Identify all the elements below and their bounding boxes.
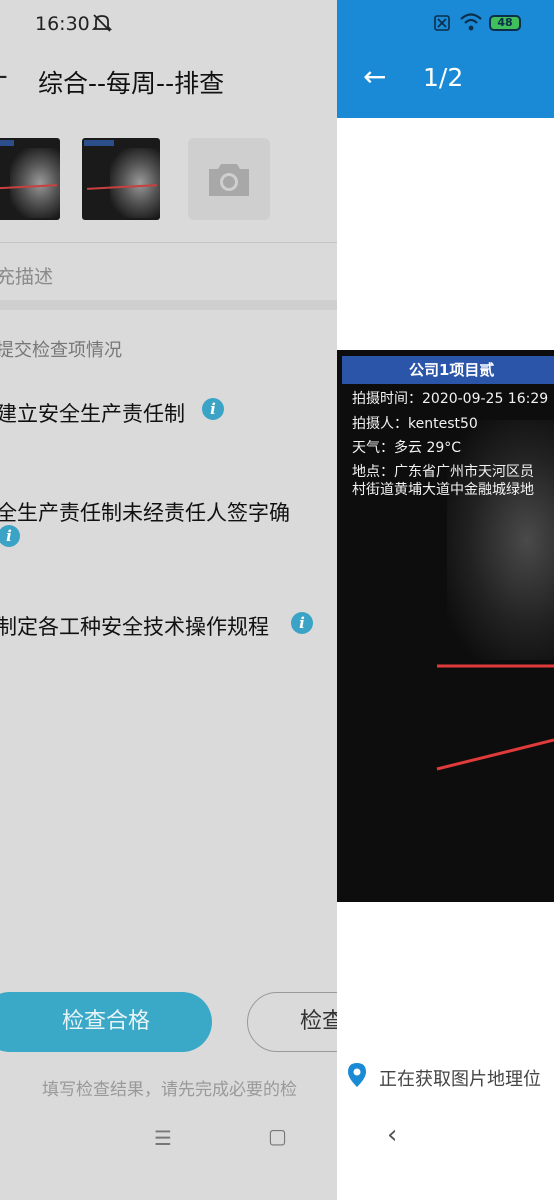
add-photo-button[interactable]: [188, 138, 270, 220]
section-label: 提交检查项情况: [0, 340, 122, 361]
location-status: 正在获取图片地理位: [379, 1069, 541, 1090]
check-item-label: 建立安全生产责任制: [0, 402, 185, 426]
battery-level: 48: [497, 16, 513, 29]
check-item-label: 全生产责任制未经责任人签字确: [0, 501, 290, 525]
hint-text: 填写检查结果，请先完成必要的检: [42, 1080, 297, 1100]
check-item-label: 制定各工种安全技术操作规程: [0, 615, 269, 639]
back-arrow-button[interactable]: ←: [363, 60, 386, 93]
sim-icon: [433, 14, 451, 36]
page-title: 综合--每周--排查: [38, 69, 225, 98]
info-icon[interactable]: i: [0, 525, 20, 547]
photo-thumbnail-2[interactable]: [82, 138, 160, 220]
image-preview-pane: 48 ← 1/2 公司1项目贰 拍摄时间：2020-09-25 16:29 拍摄…: [337, 0, 554, 1200]
fail-button-label: 检查: [300, 1009, 337, 1034]
inspection-form-pane: 16:30 ← 综合--每周--排查 充描述 提交检查项情况 建立安全生产责任制…: [0, 0, 337, 1200]
pass-button[interactable]: 检查合格: [0, 992, 212, 1052]
location-pin-icon: [347, 1062, 367, 1092]
status-time: 16:30: [35, 13, 90, 35]
check-item-1[interactable]: 建立安全生产责任制: [0, 398, 185, 428]
nav-back-button[interactable]: ‹: [387, 1120, 397, 1150]
info-icon[interactable]: i: [202, 398, 224, 420]
page-indicator: 1/2: [423, 63, 464, 92]
back-button[interactable]: ←: [0, 62, 8, 92]
battery-icon: 48: [489, 15, 521, 31]
check-item-3[interactable]: 制定各工种安全技术操作规程: [0, 611, 269, 641]
photo-thumbnail-1[interactable]: [0, 138, 60, 220]
red-marker-lines: [436, 664, 554, 771]
pass-button-label: 检查合格: [61, 1009, 150, 1034]
camera-icon: [207, 160, 251, 202]
section-separator: [0, 300, 337, 310]
fail-button[interactable]: 检查: [247, 992, 337, 1052]
description-input[interactable]: 充描述: [0, 262, 53, 289]
info-icon[interactable]: i: [291, 612, 313, 634]
mute-icon: [91, 12, 113, 39]
check-item-2[interactable]: 全生产责任制未经责任人签字确: [0, 497, 290, 527]
wifi-icon: [459, 12, 483, 36]
preview-photo[interactable]: 公司1项目贰 拍摄时间：2020-09-25 16:29 拍摄人：kentest…: [337, 350, 554, 902]
nav-menu-button[interactable]: ☰: [154, 1126, 172, 1150]
nav-home-button[interactable]: ▢: [268, 1124, 287, 1148]
divider: [0, 242, 337, 243]
